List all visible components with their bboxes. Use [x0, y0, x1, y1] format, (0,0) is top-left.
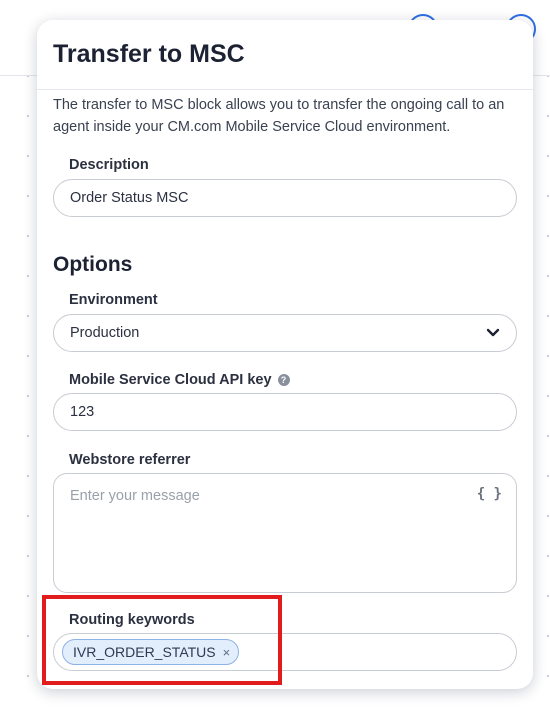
options-heading: Options — [53, 253, 133, 276]
title-divider — [37, 89, 533, 90]
description-field-value: Order Status MSC — [70, 190, 189, 206]
description-label: Description — [69, 157, 149, 173]
environment-select[interactable]: Production — [53, 314, 517, 352]
transfer-to-msc-panel: Transfer to MSC The transfer to MSC bloc… — [37, 20, 533, 689]
webstore-referrer-label: Webstore referrer — [69, 452, 191, 468]
api-key-field-value: 123 — [70, 404, 95, 420]
webstore-referrer-placeholder: Enter your message — [70, 488, 200, 504]
help-icon[interactable]: ? — [277, 374, 290, 386]
panel-title: Transfer to MSC — [53, 40, 245, 68]
api-key-label-text: Mobile Service Cloud API key — [69, 372, 272, 388]
description-field[interactable]: Order Status MSC — [53, 179, 517, 217]
highlight-box — [42, 595, 282, 685]
panel-description: The transfer to MSC block allows you to … — [53, 97, 505, 135]
webstore-referrer-textarea[interactable]: Enter your message { } — [53, 473, 517, 593]
chevron-down-icon — [486, 326, 500, 340]
api-key-label: Mobile Service Cloud API key? — [69, 372, 290, 388]
environment-label: Environment — [69, 292, 158, 308]
api-key-field[interactable]: 123 — [53, 393, 517, 431]
curly-braces-icon[interactable]: { } — [477, 486, 502, 502]
environment-select-value: Production — [70, 325, 140, 341]
